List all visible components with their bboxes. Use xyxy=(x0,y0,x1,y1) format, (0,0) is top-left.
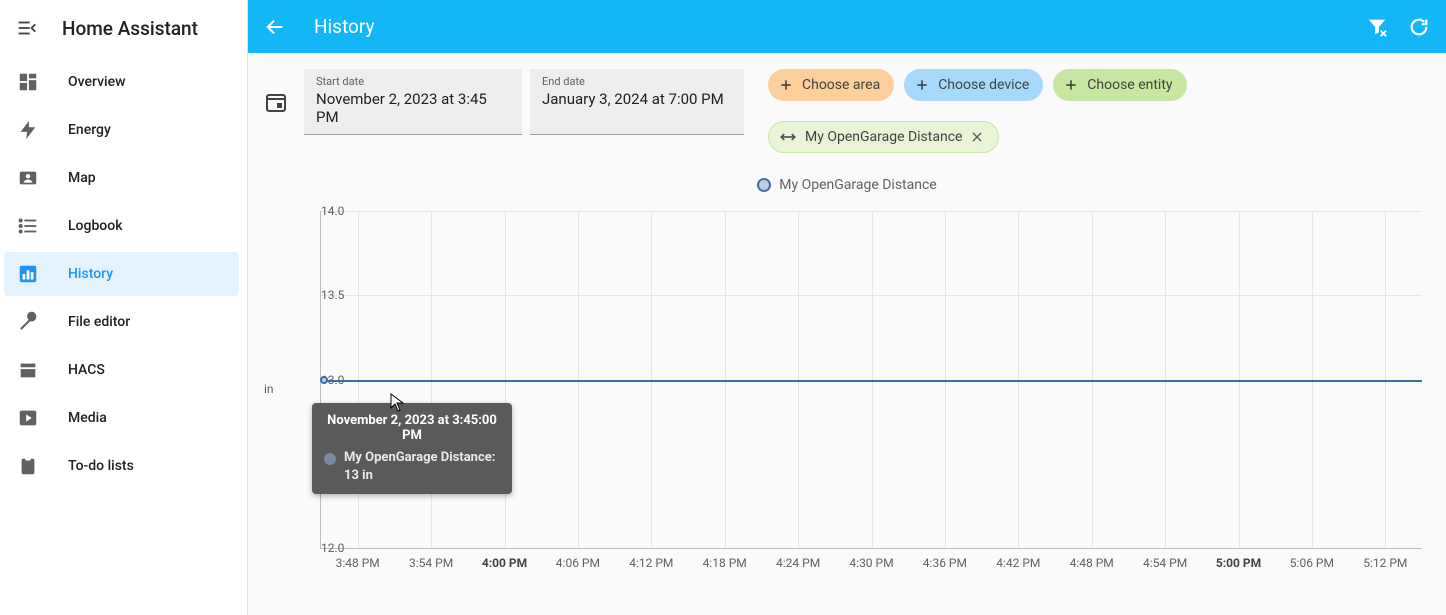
sidebar-item-label: Overview xyxy=(68,74,125,90)
chart-x-tick: 4:36 PM xyxy=(923,556,967,570)
hacs-icon xyxy=(16,359,40,381)
chart-data-line xyxy=(321,380,1422,382)
sidebar-item-map[interactable]: Map xyxy=(4,156,239,200)
chart-bar-icon xyxy=(16,263,40,285)
start-date-label: Start date xyxy=(316,75,510,88)
sidebar-item-label: Map xyxy=(68,170,96,186)
plus-icon xyxy=(914,77,930,93)
end-date-value: January 3, 2024 at 7:00 PM xyxy=(542,90,732,108)
page-title: History xyxy=(314,15,374,38)
chart-data-point xyxy=(320,376,328,384)
wrench-icon xyxy=(16,311,40,333)
chip-label: Choose entity xyxy=(1087,77,1172,93)
chart-x-tick: 4:42 PM xyxy=(996,556,1040,570)
chart-tooltip: November 2, 2023 at 3:45:00 PM My OpenGa… xyxy=(312,403,512,494)
sidebar-item-media[interactable]: Media xyxy=(4,396,239,440)
lightning-icon xyxy=(16,119,40,141)
end-date-label: End date xyxy=(542,75,732,88)
line-chart[interactable]: in 12.013.013.514.03:48 PM3:54 PM4:00 PM… xyxy=(320,199,1422,579)
tooltip-title: November 2, 2023 at 3:45:00 PM xyxy=(324,413,500,443)
chart-x-tick: 3:48 PM xyxy=(336,556,380,570)
chip-label: My OpenGarage Distance xyxy=(805,129,962,145)
chart-y-unit: in xyxy=(264,382,274,396)
sidebar-item-history[interactable]: History xyxy=(4,252,239,296)
sidebar: Home Assistant Overview Energy Map xyxy=(0,0,248,615)
controls-row: Start date November 2, 2023 at 3:45 PM E… xyxy=(248,53,1446,161)
filter-remove-button[interactable] xyxy=(1366,16,1388,38)
sidebar-item-label: History xyxy=(68,266,113,282)
chart-x-tick: 4:18 PM xyxy=(703,556,747,570)
chart-x-tick: 3:54 PM xyxy=(409,556,453,570)
app-title: Home Assistant xyxy=(62,17,198,40)
start-date-value: November 2, 2023 at 3:45 PM xyxy=(316,90,510,126)
main-content: History Start date November 2, 2023 at 3… xyxy=(248,0,1446,615)
plot-area[interactable]: 12.013.013.514.03:48 PM3:54 PM4:00 PM4:0… xyxy=(320,211,1422,549)
sidebar-item-label: File editor xyxy=(68,314,130,330)
sidebar-item-todo[interactable]: To-do lists xyxy=(4,444,239,488)
sidebar-item-label: Energy xyxy=(68,122,111,138)
chart-x-tick: 5:12 PM xyxy=(1363,556,1407,570)
chip-label: Choose device xyxy=(938,77,1029,93)
sidebar-header: Home Assistant xyxy=(0,0,247,56)
chart-x-tick: 5:06 PM xyxy=(1290,556,1334,570)
back-button[interactable] xyxy=(264,16,286,38)
calendar-icon xyxy=(264,90,288,114)
chips-group: Choose area Choose device Choose entity xyxy=(768,69,1430,153)
play-box-icon xyxy=(16,407,40,429)
refresh-button[interactable] xyxy=(1408,16,1430,38)
start-date-input[interactable]: Start date November 2, 2023 at 3:45 PM xyxy=(304,69,522,135)
plus-icon xyxy=(1063,77,1079,93)
sidebar-item-label: Media xyxy=(68,410,107,426)
toolbar: History xyxy=(248,0,1446,53)
sidebar-item-label: Logbook xyxy=(68,218,123,234)
selected-entity-chip[interactable]: My OpenGarage Distance xyxy=(768,121,999,153)
plus-icon xyxy=(778,77,794,93)
chart-container: My OpenGarage Distance in 12.013.013.514… xyxy=(248,161,1446,615)
distance-icon xyxy=(779,128,797,146)
sidebar-item-overview[interactable]: Overview xyxy=(4,60,239,104)
choose-device-chip[interactable]: Choose device xyxy=(904,69,1043,101)
sidebar-item-hacs[interactable]: HACS xyxy=(4,348,239,392)
chart-x-tick: 4:06 PM xyxy=(556,556,600,570)
sidebar-item-energy[interactable]: Energy xyxy=(4,108,239,152)
tooltip-dot-icon xyxy=(324,453,336,465)
chart-x-tick: 4:24 PM xyxy=(776,556,820,570)
chart-x-tick: 4:30 PM xyxy=(849,556,893,570)
list-icon xyxy=(16,215,40,237)
account-icon xyxy=(16,167,40,189)
chart-x-tick: 4:12 PM xyxy=(629,556,673,570)
sidebar-item-logbook[interactable]: Logbook xyxy=(4,204,239,248)
sidebar-list: Overview Energy Map Logbook xyxy=(0,56,247,492)
dashboard-icon xyxy=(16,71,40,93)
date-range-group: Start date November 2, 2023 at 3:45 PM E… xyxy=(264,69,744,135)
remove-chip-button[interactable] xyxy=(970,130,984,144)
chart-x-tick: 4:54 PM xyxy=(1143,556,1187,570)
chart-x-tick: 4:00 PM xyxy=(482,556,527,570)
legend-dot-icon xyxy=(757,178,771,192)
sidebar-item-label: HACS xyxy=(68,362,105,378)
choose-area-chip[interactable]: Choose area xyxy=(768,69,894,101)
menu-collapse-icon[interactable] xyxy=(16,17,38,39)
clipboard-icon xyxy=(16,455,40,477)
sidebar-item-file-editor[interactable]: File editor xyxy=(4,300,239,344)
sidebar-item-label: To-do lists xyxy=(68,458,134,474)
chart-x-tick: 5:00 PM xyxy=(1216,556,1261,570)
legend-label: My OpenGarage Distance xyxy=(779,177,936,193)
chart-x-tick: 4:48 PM xyxy=(1070,556,1114,570)
chart-legend[interactable]: My OpenGarage Distance xyxy=(264,177,1430,193)
tooltip-text: My OpenGarage Distance: 13 in xyxy=(344,449,500,484)
end-date-input[interactable]: End date January 3, 2024 at 7:00 PM xyxy=(530,69,744,135)
choose-entity-chip[interactable]: Choose entity xyxy=(1053,69,1186,101)
chip-label: Choose area xyxy=(802,77,880,93)
